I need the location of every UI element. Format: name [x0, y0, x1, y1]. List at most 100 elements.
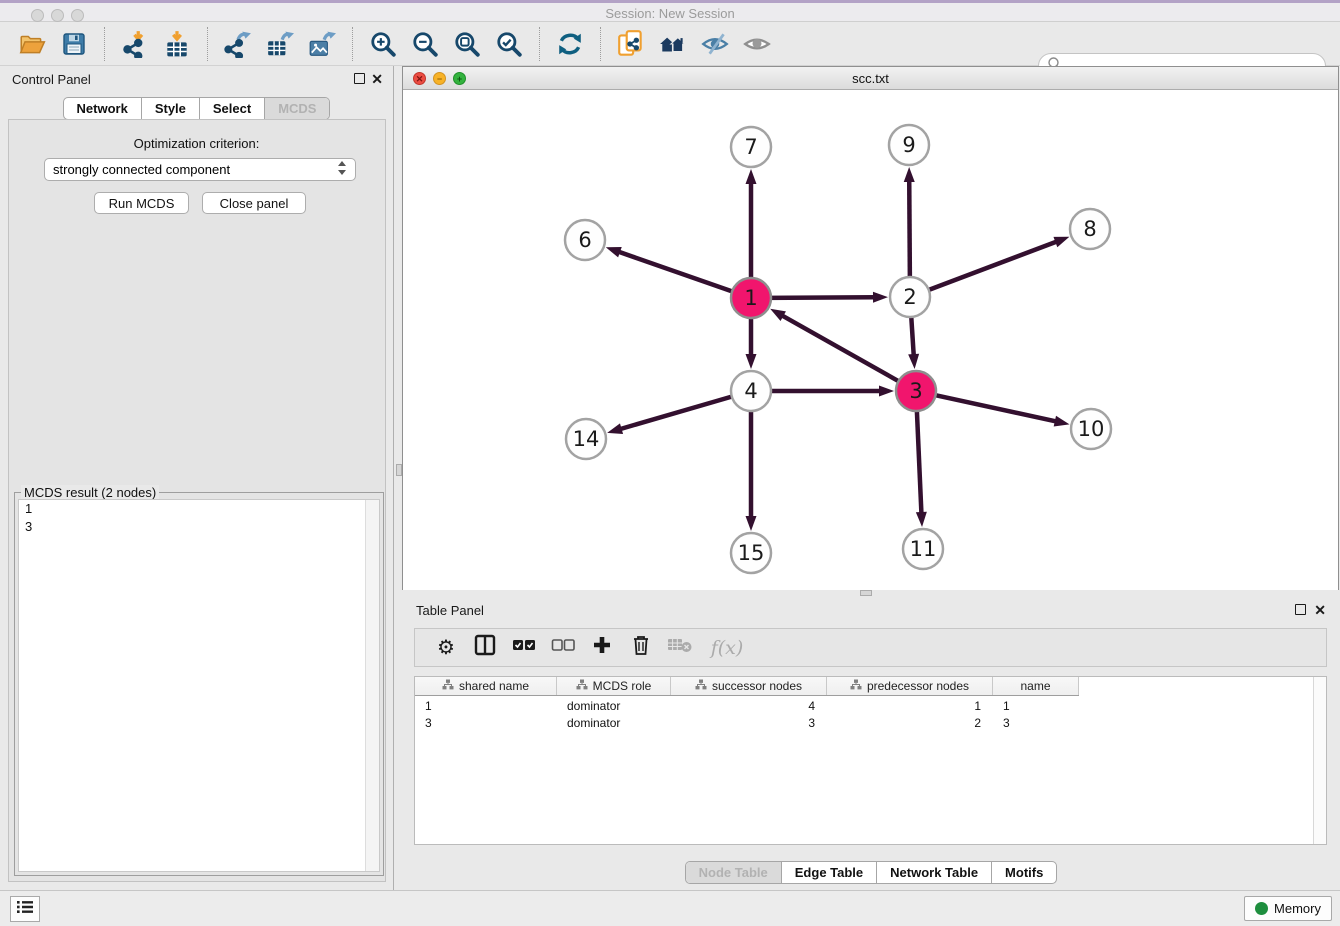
table-cell[interactable]: dominator [557, 697, 671, 714]
tab-mcds[interactable]: MCDS [264, 98, 329, 119]
graph-node-label: 10 [1078, 417, 1105, 441]
graph-edge-2-8[interactable] [926, 241, 1057, 291]
first-neighbors-icon [616, 29, 646, 59]
delete-column-button[interactable] [626, 633, 656, 663]
graph-edge-arrowhead [746, 516, 757, 531]
graph-edge-1-6[interactable] [618, 252, 735, 293]
run-mcds-button[interactable]: Run MCDS [94, 192, 189, 214]
network-view-window: ✕ − + scc.txt 7968124314101511 [402, 66, 1339, 590]
memory-label: Memory [1274, 901, 1321, 916]
open-folder-icon [18, 30, 46, 58]
graph-edge-3-1[interactable] [781, 315, 901, 382]
first-neighbors-button[interactable] [610, 25, 652, 63]
table-cell[interactable]: 3 [415, 714, 557, 731]
column-header-label: MCDS role [593, 679, 652, 693]
network-canvas[interactable]: 7968124314101511 [403, 90, 1338, 590]
graph-edge-2-3[interactable] [911, 314, 914, 356]
table-row[interactable]: 1dominator411 [415, 697, 1079, 714]
toolbar-separator [207, 27, 208, 61]
graph-edge-arrowhead [1054, 416, 1070, 427]
graph-edge-1-2[interactable] [768, 297, 875, 298]
table-cell[interactable]: 1 [993, 697, 1079, 714]
tab-edge-table[interactable]: Edge Table [781, 862, 876, 883]
table-panel: Table Panel ✕ ⚙ [402, 597, 1340, 890]
table-cell[interactable]: 1 [827, 697, 993, 714]
tab-network-table[interactable]: Network Table [876, 862, 991, 883]
table-close-panel-icon[interactable]: ✕ [1314, 605, 1326, 616]
column-header-name[interactable]: name [993, 677, 1079, 695]
select-all-columns-button[interactable] [509, 633, 539, 663]
show-all-button[interactable] [736, 25, 778, 63]
table-header-row: shared name MCDS role successor nodesprede… [415, 677, 1079, 696]
table-float-panel-icon[interactable] [1295, 604, 1306, 615]
zoom-in-button[interactable] [362, 25, 404, 63]
zoom-selected-button[interactable] [488, 25, 530, 63]
import-table-button[interactable] [156, 25, 198, 63]
graph-edge-3-10[interactable] [933, 395, 1057, 422]
open-file-button[interactable] [11, 25, 53, 63]
create-column-button[interactable] [587, 633, 617, 663]
dropdown-stepper-icon [337, 161, 347, 178]
graph-edge-2-9[interactable] [909, 180, 910, 280]
mcds-result-list[interactable]: 1 3 [18, 499, 380, 872]
zoom-out-button[interactable] [404, 25, 446, 63]
graph-node-label: 3 [909, 379, 922, 403]
table-scrollbar[interactable] [1313, 677, 1326, 844]
unchecked-boxes-icon [551, 638, 575, 657]
result-item: 1 [19, 500, 379, 518]
app-titlebar: Session: New Session [0, 0, 1340, 22]
deselect-all-columns-button[interactable] [548, 633, 578, 663]
column-header-MCDS-role[interactable]: MCDS role [557, 677, 671, 695]
mcds-result-group: MCDS result (2 nodes) 1 3 [14, 492, 384, 876]
tab-node-table[interactable]: Node Table [686, 862, 781, 883]
graph-node-label: 9 [902, 133, 915, 157]
export-network-button[interactable] [217, 25, 259, 63]
memory-status-icon [1255, 902, 1268, 915]
graph-edge-arrowhead [1053, 237, 1069, 247]
import-network-button[interactable] [114, 25, 156, 63]
export-image-icon [308, 30, 336, 58]
table-cell[interactable]: 1 [415, 697, 557, 714]
export-image-button[interactable] [301, 25, 343, 63]
tab-motifs[interactable]: Motifs [991, 862, 1056, 883]
table-cell[interactable]: 2 [827, 714, 993, 731]
show-columns-button[interactable] [470, 633, 500, 663]
column-header-successor-nodes[interactable]: successor nodes [671, 677, 827, 695]
dropdown-selected-value: strongly connected component [53, 162, 337, 177]
table-cell[interactable]: 3 [671, 714, 827, 731]
graph-edge-arrowhead [873, 292, 888, 303]
graph-node-label: 2 [903, 285, 916, 309]
network-window-titlebar[interactable]: ✕ − + scc.txt [403, 67, 1338, 90]
close-panel-icon[interactable]: ✕ [371, 74, 383, 85]
graph-edge-4-14[interactable] [620, 396, 735, 429]
column-header-shared-name[interactable]: shared name [415, 677, 557, 695]
table-cell[interactable]: 3 [993, 714, 1079, 731]
export-table-button[interactable] [259, 25, 301, 63]
horizontal-splitter-handle[interactable] [860, 590, 872, 596]
hide-selected-button[interactable] [694, 25, 736, 63]
float-panel-icon[interactable] [354, 73, 365, 84]
memory-button[interactable]: Memory [1244, 896, 1332, 921]
table-cell[interactable]: dominator [557, 714, 671, 731]
delete-table-button [665, 633, 695, 663]
table-settings-button[interactable]: ⚙ [431, 633, 461, 663]
tab-select[interactable]: Select [199, 98, 264, 119]
save-session-button[interactable] [53, 25, 95, 63]
result-scrollbar[interactable] [365, 500, 379, 871]
zoom-fit-button[interactable] [446, 25, 488, 63]
toolbar-separator [352, 27, 353, 61]
graph-edge-arrowhead [746, 354, 757, 369]
tab-style[interactable]: Style [141, 98, 199, 119]
column-header-predecessor-nodes[interactable]: predecessor nodes [827, 677, 993, 695]
optimization-criterion-dropdown[interactable]: strongly connected component [44, 158, 356, 181]
home-view-button[interactable] [652, 25, 694, 63]
vertical-splitter-handle[interactable] [396, 464, 402, 476]
tab-network[interactable]: Network [64, 98, 141, 119]
refresh-button[interactable] [549, 25, 591, 63]
table-row[interactable]: 3dominator323 [415, 714, 1079, 731]
table-cell[interactable]: 4 [671, 697, 827, 714]
columns-icon [474, 634, 496, 661]
close-panel-button[interactable]: Close panel [202, 192, 306, 214]
graph-edge-3-11[interactable] [917, 408, 922, 514]
show-panels-button[interactable] [10, 896, 40, 922]
